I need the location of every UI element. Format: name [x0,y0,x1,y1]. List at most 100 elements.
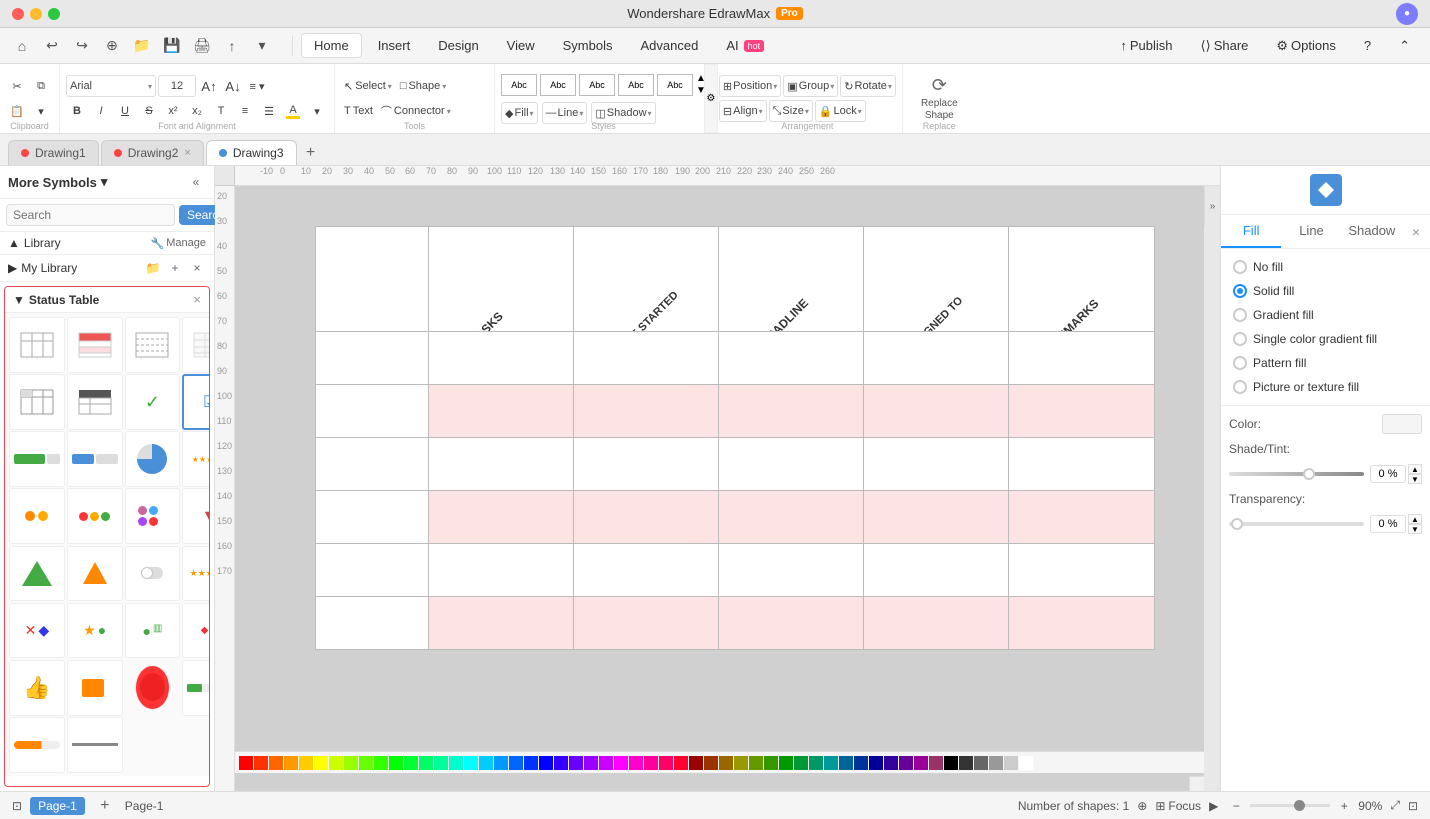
rp-tab-fill[interactable]: Fill [1221,215,1281,248]
table-row-5[interactable] [316,597,1154,649]
avatar[interactable]: ● [1396,3,1418,25]
transparency-pct-input[interactable] [1370,515,1406,533]
row-2-cell-2[interactable] [574,438,719,490]
position-btn[interactable]: ⊞ Position ▾ [719,75,781,97]
font-family-selector[interactable]: Arial ▾ [66,75,156,97]
right-collapse-btn[interactable]: » [1204,186,1220,226]
shape-btn[interactable]: □ Shape ▾ [397,75,449,97]
menu-tab-design[interactable]: Design [426,34,490,57]
st-item-red[interactable] [135,665,170,710]
manage-btn[interactable]: 🔧 Manage [151,237,206,250]
st-item-7[interactable]: ✓ [125,374,181,430]
menu-tab-view[interactable]: View [495,34,547,57]
color-swatch[interactable] [749,756,763,770]
play-btn[interactable]: ▶ [1209,799,1218,813]
text-style-btn[interactable]: T [210,100,232,122]
fill-option-pattern[interactable]: Pattern fill [1229,353,1422,373]
row-4-cell-4[interactable] [864,544,1009,596]
row-1-cell-2[interactable] [574,385,719,437]
col-header-tasks[interactable]: TASKS [429,227,574,332]
color-swatch[interactable] [299,756,313,770]
color-swatch[interactable] [329,756,343,770]
color-swatch[interactable] [569,756,583,770]
align-options-btn[interactable]: ≡ ▾ [246,75,268,97]
st-item-orange-bar[interactable] [9,717,65,773]
color-swatch[interactable] [449,756,463,770]
color-swatch[interactable] [539,756,553,770]
color-swatch[interactable] [314,756,328,770]
color-swatch[interactable] [404,756,418,770]
color-swatch[interactable] [1004,756,1018,770]
color-swatch[interactable] [929,756,943,770]
list-btn[interactable]: ≡ [234,100,256,122]
color-swatch[interactable] [359,756,373,770]
st-item-2[interactable] [67,317,123,373]
st-item-11[interactable] [125,431,181,487]
color-swatch[interactable] [959,756,973,770]
my-library-close-icon[interactable]: × [188,259,206,277]
color-swatch[interactable] [464,756,478,770]
sidebar-collapse-btn[interactable]: « [186,172,206,192]
font-increase-btn[interactable]: A↑ [198,75,220,97]
row-4-cell-1[interactable] [429,544,574,596]
tab-drawing3[interactable]: Drawing3 [206,140,297,165]
st-item-12[interactable]: ★★★★★ [182,431,209,487]
color-swatch[interactable] [944,756,958,770]
fullscreen-btn[interactable]: ⤢ [1390,798,1400,813]
color-swatch[interactable] [614,756,628,770]
st-item-13[interactable] [9,488,65,544]
color-swatch[interactable] [344,756,358,770]
layer-btn[interactable]: ⊕ [1137,799,1147,813]
row-5-cell-5[interactable] [1009,597,1154,649]
row-3-cell-4[interactable] [864,491,1009,543]
st-item-21[interactable]: ✕ ◆ [9,603,65,659]
st-item-26[interactable] [67,660,123,716]
row-4-cell-5[interactable] [1009,544,1154,596]
color-swatch[interactable] [284,756,298,770]
row-5-cell-4[interactable] [864,597,1009,649]
style-thumb-5[interactable]: Abc [657,74,693,96]
rotate-btn[interactable]: ↻ Rotate ▾ [840,75,896,97]
sidebar-dropdown-icon[interactable]: ▾ [101,174,108,190]
zoom-in-btn[interactable]: + [1334,796,1354,816]
save-icon[interactable]: 💾 [158,32,186,60]
st-item-5[interactable] [9,374,65,430]
subscript-btn[interactable]: x₂ [186,100,208,122]
underline-btn[interactable]: U [114,100,136,122]
col-header-deadline[interactable]: DEADLINE [719,227,864,332]
color-swatch[interactable] [494,756,508,770]
paste-btn[interactable]: 📋 [6,100,28,122]
st-item-4[interactable] [182,317,209,373]
color-swatch[interactable] [974,756,988,770]
page-tab-1[interactable]: Page-1 [30,797,85,815]
row-5-cell-2[interactable] [574,597,719,649]
color-swatch[interactable] [704,756,718,770]
color-picker-btn[interactable] [1382,414,1422,434]
color-swatch[interactable] [884,756,898,770]
style-thumb-3[interactable]: Abc [579,74,615,96]
replace-shape-btn[interactable]: ⟳ ReplaceShape [909,71,970,126]
row-3-cell-1[interactable] [429,491,574,543]
st-item-22[interactable]: ★ ● [67,603,123,659]
help-btn[interactable]: ? [1352,34,1383,57]
st-item-24[interactable]: ◆ ▥ [182,603,209,659]
tab-drawing2[interactable]: Drawing2 × [101,140,204,165]
menu-tab-symbols[interactable]: Symbols [551,34,625,57]
row-0-cell-4[interactable] [864,332,1009,384]
row-3-cell-5[interactable] [1009,491,1154,543]
print-icon[interactable]: 🖨 [188,32,216,60]
search-input[interactable] [6,204,175,226]
text-btn[interactable]: T Text [341,100,376,122]
row-0-cell-2[interactable] [574,332,719,384]
row-1-cell-1[interactable] [429,385,574,437]
connector-btn[interactable]: ⌒ Connector ▾ [378,100,454,122]
color-swatch[interactable] [899,756,913,770]
st-item-6[interactable] [67,374,123,430]
color-swatch[interactable] [629,756,643,770]
col-header-assigned[interactable]: ASSIGNED TO [864,227,1009,332]
color-swatch[interactable] [1019,756,1033,770]
st-item-17[interactable] [9,546,65,602]
publish-btn[interactable]: ↑ Publish [1108,34,1184,57]
minimize-button[interactable] [30,8,42,20]
color-swatch[interactable] [479,756,493,770]
